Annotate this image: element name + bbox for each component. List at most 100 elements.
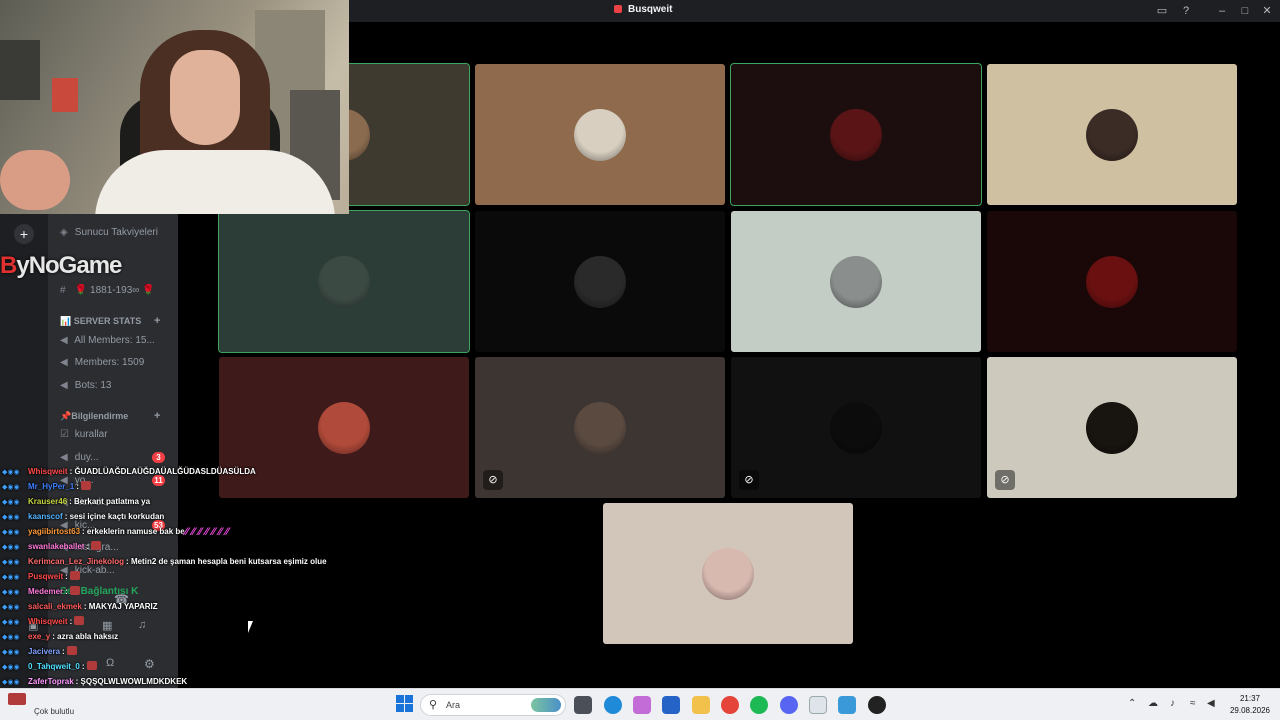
participant-tile[interactable] [731,211,981,352]
participant-tile[interactable] [475,64,725,205]
help-icon[interactable]: ? [1179,4,1193,18]
chat-message: ◆◉◉ swanlakeballet: [2,539,332,554]
clock[interactable]: 21:37 29.08.2026 [1224,693,1276,717]
chat-username[interactable]: Kerimcan_Lez_Jinekolog [28,557,124,566]
channel-label: Bots: 13 [74,380,112,391]
muted-mic-icon: ⊘ [995,470,1015,490]
discord-icon[interactable] [780,696,798,714]
rules-icon: ☑ [60,429,69,440]
chat-badges-icon: ◆◉◉ [2,469,20,476]
spotify-icon[interactable] [750,696,768,714]
volume-icon[interactable]: ◀ [1207,698,1215,709]
chat-message: ◆◉◉ exe_y: azra abla haksız [2,629,332,644]
participant-tile[interactable] [987,64,1237,205]
add-channel-icon[interactable]: + [154,315,160,327]
speaker-icon: ◀ [60,380,68,391]
obs-icon[interactable] [868,696,886,714]
date-label: 29.08.2026 [1229,706,1271,715]
category-server-stats[interactable]: 📊 SERVER STATS + [60,315,160,327]
chat-username[interactable]: exe_y [28,632,50,641]
chat-username[interactable]: salcali_ekmek [28,602,82,611]
chat-text: Metin2 de şaman hesapla beni kutsarsa eş… [130,557,327,566]
weather-icon [8,693,26,705]
chat-username[interactable]: Whisqweit [28,467,68,476]
streamer-face [170,50,240,145]
chat-text: sesi içine kaçtı korkudan [69,512,165,521]
participant-tile[interactable]: ⊘ [987,357,1237,498]
chat-badges-icon: ◆◉◉ [2,619,20,626]
participant-tile[interactable] [218,210,470,353]
chat-username[interactable]: Pusqweit [28,572,63,581]
copilot-icon[interactable] [633,696,651,714]
participant-tile[interactable] [475,211,725,352]
add-server-icon[interactable]: + [14,224,34,244]
speaker-icon: ◀ [60,335,68,346]
chat-message: ◆◉◉Pusqweit: [2,569,332,584]
weather-widget[interactable]: Çok bulutlu [8,693,74,716]
edge-icon[interactable] [604,696,622,714]
participant-tile[interactable] [603,503,853,644]
search-box[interactable]: ⚲ Ara [420,694,566,716]
chat-message: ◆◉◉ ZaferToprak: ŞQŞQLWLWOWLMDKDKEK [2,674,332,689]
channel-kurallar[interactable]: ☑ kurallar [60,429,108,440]
chat-badges-icon: ◆◉◉ [2,529,20,536]
channel-bots[interactable]: ◀ Bots: 13 [60,380,111,391]
chat-username[interactable]: kaanscof [28,512,63,521]
chat-username[interactable]: yagiibirtost63 [28,527,80,536]
chrome-icon[interactable] [721,696,739,714]
task-view-icon[interactable] [574,696,592,714]
category-label: 📊 SERVER STATS [60,316,142,326]
chat-badges-icon: ◆◉◉ [2,514,20,521]
chat-emote-icon [70,571,81,580]
chat-username[interactable]: Medemer [28,587,63,596]
file-explorer-icon[interactable] [692,696,710,714]
chat-badges-icon: ◆◉◉ [2,499,20,506]
chat-badges-icon: ◆◉◉ [2,664,20,671]
chat-message: ◆◉◉ Jacivera: [2,644,332,659]
chat-message: ◆◉◉ Whisqweit: [2,614,332,629]
wifi-icon[interactable]: ≈ [1190,698,1196,709]
search-placeholder: Ara [446,700,461,710]
chat-message: ◆◉◉ Mr_HyPer_1: [2,479,332,494]
chat-username[interactable]: 0_Tahqweit_0 [28,662,80,671]
channel-1881[interactable]: # 🌹 1881-193∞ 🌹 [60,285,155,296]
checkmark-app-icon[interactable] [809,696,827,714]
stream-chat: ◆◉◉ Whisqweit: ĞUADLÜAĞDLAÜĞDAÜALĞÜDASLDÜ… [2,464,332,704]
chat-message: ◆◉◉ 0_Tahqweit_0: [2,659,332,674]
chat-username[interactable]: Whisqweit [28,617,68,626]
participant-tile[interactable] [987,211,1237,352]
participant-tile[interactable]: ⊘ [475,357,725,498]
chat-message: ◆◉◉ Kerimcan_Lez_Jinekolog: Metin2 de şam… [2,554,332,569]
channel-members[interactable]: ◀ Members: 1509 [60,357,144,368]
chat-emote-icon [66,646,77,655]
speaker-icon: ◀ [60,357,68,368]
chat-username[interactable]: swanlakeballet [28,542,84,551]
channel-server-boosts[interactable]: ◈ Sunucu Takviyeleri [60,227,158,238]
minimize-button[interactable]: – [1215,4,1229,18]
chat-emote-icon [91,541,102,550]
chat-username[interactable]: Krauser46 [28,497,67,506]
channel-logo: ByNoGame [0,252,122,279]
chevron-up-icon[interactable]: ⌃ [1128,698,1136,709]
chat-username[interactable]: Mr_HyPer_1 [28,482,74,491]
chat-username[interactable]: ZaferToprak [28,677,74,686]
chat-username[interactable]: Jacivera [28,647,60,656]
chat-badges-icon: ◆◉◉ [2,544,20,551]
store-icon[interactable] [662,696,680,714]
maximize-button[interactable]: □ [1238,4,1252,18]
participant-tile[interactable] [730,63,982,206]
category-bilgilendirme[interactable]: 📌Bilgilendirme + [60,410,160,422]
close-button[interactable]: ✕ [1260,4,1274,18]
participant-avatar [574,401,626,454]
add-channel-icon[interactable]: + [154,410,160,422]
microphone-icon[interactable]: ♪ [1170,698,1175,709]
inbox-icon[interactable]: ▭ [1155,4,1169,18]
channel-duyuru[interactable]: ◀ duy... [60,452,99,463]
participant-avatar [830,255,882,308]
chat-text: Berkant patlatma ya [74,497,151,506]
network-app-icon[interactable] [838,696,856,714]
cloud-icon[interactable]: ☁ [1148,698,1158,709]
participant-tile[interactable]: ⊘ [731,357,981,498]
start-button[interactable] [396,695,414,713]
channel-all-members[interactable]: ◀ All Members: 15... [60,335,155,346]
